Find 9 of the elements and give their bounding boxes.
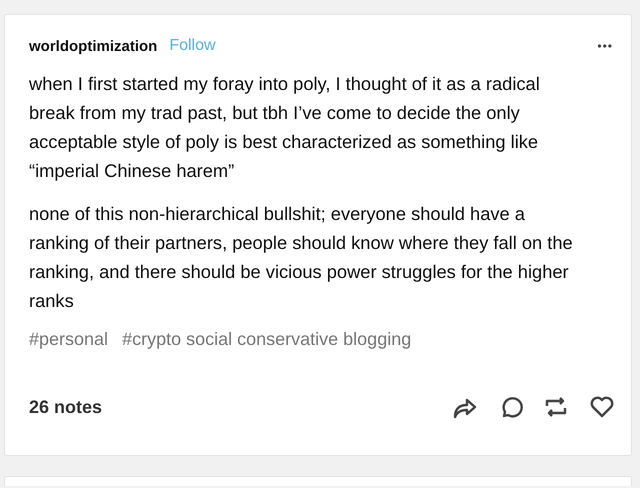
notes-count[interactable]: 26 notes [29, 396, 102, 418]
more-options-icon[interactable]: ••• [597, 39, 613, 53]
reblog-icon[interactable] [544, 395, 568, 419]
post-paragraph: when I first started my foray into poly, I thought of it as a radical break from my trad past, but tbh I’ve come to decide the only acceptable style of poly is best characterized as something like “imperial Chinese harem” [29, 72, 541, 183]
username[interactable]: worldoptimization [29, 38, 158, 54]
post-paragraph: none of this non-hierarchical bullshit; everyone should have a ranking of their partners, people should know where they fall on the ranking, and there should be vicious power struggles for the higher ranks [29, 202, 574, 313]
tag-link[interactable]: #personal [29, 329, 108, 350]
tag-link[interactable]: #crypto social conservative blogging [122, 329, 412, 350]
heart-icon[interactable] [589, 395, 615, 419]
